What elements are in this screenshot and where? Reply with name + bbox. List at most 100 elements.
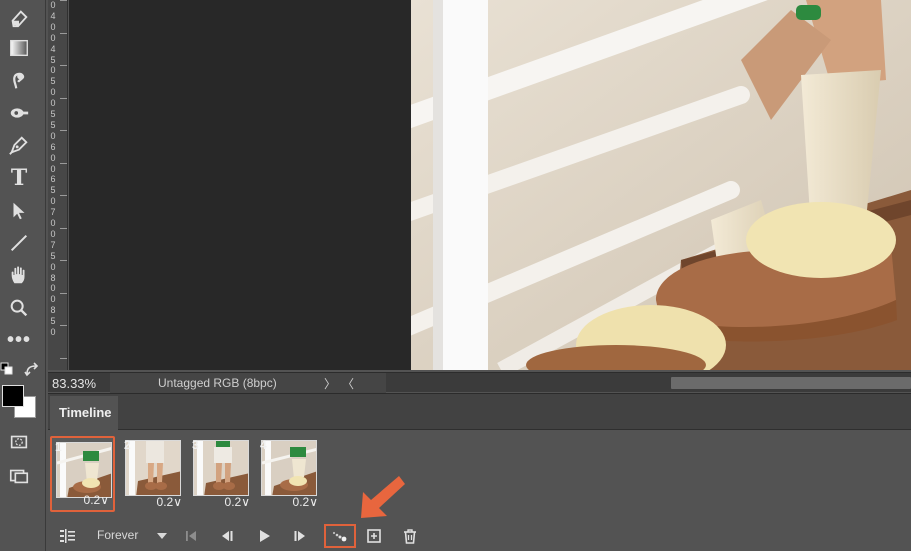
ruler-tick-label: 4 xyxy=(50,10,56,21)
timeline-frame-3[interactable]: 3 0.2∨ xyxy=(189,436,254,512)
ruler-mark xyxy=(60,32,67,34)
hand-icon[interactable] xyxy=(4,261,34,289)
frame-thumbnail xyxy=(261,440,317,496)
chevron-down-icon: ∨ xyxy=(309,495,318,509)
ruler-tick-label: 5 xyxy=(50,119,56,130)
ruler-tick-label: 0 xyxy=(50,21,56,32)
canvas-image xyxy=(411,0,911,370)
chevron-down-icon: ∨ xyxy=(241,495,250,509)
frame-number: 1 xyxy=(55,440,62,454)
frame-thumbnail xyxy=(193,440,249,496)
ruler-mark xyxy=(60,65,67,66)
zoom-icon[interactable] xyxy=(4,294,34,322)
screen-mode-icon[interactable] xyxy=(4,462,34,490)
ruler-tick-label: 0 xyxy=(50,218,56,228)
ruler-tick-label: 0 xyxy=(50,152,56,163)
first-frame-icon[interactable] xyxy=(178,524,204,548)
more-tools-icon[interactable]: ••• xyxy=(4,326,34,354)
ruler-mark xyxy=(60,227,67,229)
ruler-tick-label: 5 xyxy=(50,316,56,327)
ruler-tick-label: 7 xyxy=(50,239,56,250)
frame-delay-dropdown[interactable]: 0.2∨ xyxy=(293,495,318,509)
chevron-down-icon: ∨ xyxy=(100,493,109,507)
ruler-tick-label: 6 xyxy=(50,141,56,152)
ruler-tick-label: 0 xyxy=(50,130,56,141)
quick-mask-icon[interactable] xyxy=(4,428,34,456)
ruler-mark xyxy=(60,195,67,196)
annotation-arrow-icon xyxy=(361,476,405,518)
frame-number: 4 xyxy=(260,438,267,452)
ruler-mark xyxy=(60,292,67,294)
ruler-tick-label: 0 xyxy=(50,294,56,305)
ruler-tick-label: 0 xyxy=(50,261,56,272)
vertical-ruler: 0400450500550600650700750800850 xyxy=(48,0,68,370)
tab-timeline[interactable]: Timeline xyxy=(50,396,118,430)
ruler-tick-label: 0 xyxy=(50,65,56,76)
timeline-panel: Timeline 1 0.2∨ 2 0.2∨ 3 0.2∨ 4 0.2∨ For… xyxy=(48,393,911,551)
ruler-tick-label: 0 xyxy=(50,228,56,239)
tween-icon[interactable] xyxy=(324,524,356,548)
frame-number: 3 xyxy=(192,438,199,452)
ruler-tick-label: 0 xyxy=(50,283,56,294)
ruler-mark xyxy=(60,162,67,164)
timeline-frame-1[interactable]: 1 0.2∨ xyxy=(50,436,115,512)
frame-number: 2 xyxy=(124,438,131,452)
smudge-icon[interactable] xyxy=(4,67,34,95)
ruler-mark xyxy=(60,130,67,131)
ruler-tick-label: 8 xyxy=(50,272,56,283)
ruler-tick-label: 5 xyxy=(50,250,56,261)
line-icon[interactable] xyxy=(4,229,34,257)
next-frame-icon[interactable] xyxy=(287,524,313,548)
convert-timeline-icon[interactable] xyxy=(54,524,80,548)
previous-frame-icon[interactable] xyxy=(214,524,240,548)
timeline-frame-4[interactable]: 4 0.2∨ xyxy=(257,436,322,512)
play-icon[interactable] xyxy=(251,524,277,548)
ruler-mark xyxy=(60,325,67,326)
ruler-tick-label: 6 xyxy=(50,174,56,185)
zoom-level[interactable]: 83.33% xyxy=(52,376,96,391)
frame-thumbnail xyxy=(125,440,181,496)
foreground-color-swatch[interactable] xyxy=(2,385,24,407)
path-selection-icon[interactable] xyxy=(4,197,34,225)
gradient-icon[interactable] xyxy=(4,34,34,62)
ruler-tick-label: 0 xyxy=(50,196,56,207)
default-colors-icon[interactable] xyxy=(0,362,14,376)
ruler-tick-label: 7 xyxy=(50,207,56,218)
ruler-mark xyxy=(60,357,67,359)
loop-options-dropdown[interactable]: Forever xyxy=(97,528,138,542)
ruler-mark xyxy=(60,260,67,261)
status-expand-button[interactable]: 〉 xyxy=(324,375,336,392)
ruler-tick-label: 0 xyxy=(50,32,56,43)
ruler-tick-label: 0 xyxy=(50,163,56,174)
canvas-pasteboard xyxy=(69,0,411,370)
frame-delay-dropdown[interactable]: 0.2∨ xyxy=(84,493,109,507)
delete-frame-icon[interactable] xyxy=(397,524,423,548)
swap-colors-icon[interactable] xyxy=(24,362,40,378)
ruler-tick-label: 5 xyxy=(50,76,56,87)
eraser-icon[interactable] xyxy=(4,4,34,32)
ruler-tick-label: 0 xyxy=(50,327,56,337)
scroll-left-button[interactable]: 〈 xyxy=(342,375,354,392)
ruler-mark xyxy=(60,0,67,1)
timeline-controls: Forever xyxy=(48,520,911,551)
dodge-icon[interactable] xyxy=(4,99,34,127)
ruler-tick-label: 5 xyxy=(50,109,56,119)
ruler-tick-label: 5 xyxy=(50,54,56,65)
duplicate-frame-icon[interactable] xyxy=(361,524,387,548)
frame-delay-dropdown[interactable]: 0.2∨ xyxy=(157,495,182,509)
timeline-frame-2[interactable]: 2 0.2∨ xyxy=(121,436,186,512)
pen-icon[interactable] xyxy=(4,131,34,159)
horizontal-scrollbar[interactable] xyxy=(671,377,911,389)
ruler-tick-label: 0 xyxy=(50,87,56,98)
frame-thumbnail xyxy=(56,442,112,498)
chevron-down-icon: ∨ xyxy=(173,495,182,509)
ruler-tick-label: 5 xyxy=(50,185,56,196)
chevron-down-icon[interactable] xyxy=(157,533,167,539)
status-bar: 83.33% Untagged RGB (8bpc) 〉 〈 xyxy=(48,372,911,393)
panel-tab-strip: Timeline xyxy=(48,394,911,430)
tools-panel: T ••• xyxy=(0,0,46,551)
type-icon[interactable]: T xyxy=(4,164,34,192)
frame-delay-dropdown[interactable]: 0.2∨ xyxy=(225,495,250,509)
ruler-tick-label: 0 xyxy=(50,0,56,10)
ruler-tick-label: 4 xyxy=(50,43,56,54)
